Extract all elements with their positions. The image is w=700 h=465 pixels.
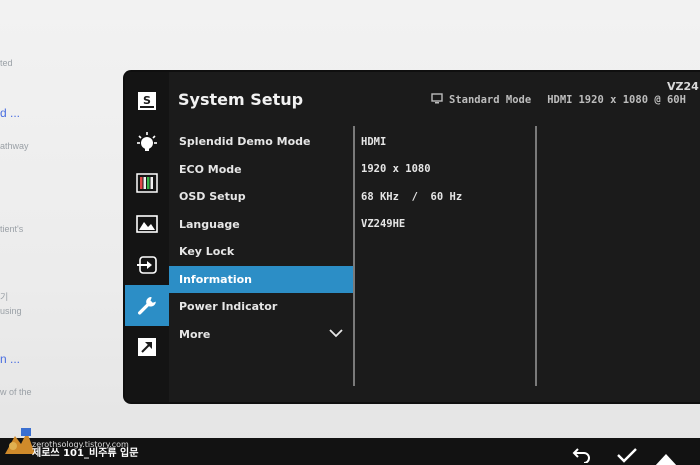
status-input: HDMI	[547, 94, 573, 106]
model-name: VZ24	[667, 80, 699, 93]
page-title: System Setup	[178, 90, 304, 109]
background-link[interactable]: d ...	[0, 106, 20, 120]
image-icon	[136, 214, 158, 233]
menu-item-label: More	[179, 327, 211, 341]
settings-menu: Splendid Demo Mode ECO Mode OSD Setup La…	[169, 126, 354, 402]
svg-text:S: S	[143, 94, 151, 107]
background-text: 기	[0, 292, 9, 302]
check-icon[interactable]	[616, 447, 638, 465]
column-divider	[535, 126, 537, 386]
color-icon	[136, 172, 158, 193]
background-link[interactable]: n ...	[0, 352, 20, 366]
information-panel: HDMI 1920 x 1080 68 KHz / 60 Hz VZ249HE	[361, 126, 536, 238]
background-text: w of the	[0, 387, 32, 397]
menu-item-more[interactable]: More	[169, 321, 354, 349]
menu-item-information[interactable]: Information	[169, 265, 354, 293]
menu-item-splendid-demo-mode[interactable]: Splendid Demo Mode	[169, 128, 354, 156]
back-icon[interactable]	[572, 447, 592, 465]
menu-item-label: Information	[179, 272, 252, 286]
menu-item-osd-setup[interactable]: OSD Setup	[169, 183, 354, 211]
menu-item-label: Power Indicator	[179, 300, 278, 314]
shortcut-icon	[137, 337, 157, 357]
menu-item-power-indicator[interactable]: Power Indicator	[169, 293, 354, 321]
osd-panel: S System Setup Standard Mode HDMI 1920 x…	[125, 72, 700, 402]
menu-item-label: Splendid Demo Mode	[179, 135, 311, 149]
blue-light-filter-icon	[136, 131, 158, 153]
background-text: athway	[0, 141, 29, 151]
background-text: tient's	[0, 224, 24, 234]
status-resolution: 1920 x 1080 @ 60H	[578, 94, 686, 106]
sidebar-item-input-select[interactable]	[125, 244, 169, 285]
menu-item-label: Key Lock	[179, 245, 235, 259]
watermark-name: 제로쓰 101_비주류 입문	[32, 448, 139, 460]
info-input: HDMI	[361, 135, 387, 148]
osd-sidebar: S	[125, 72, 169, 402]
menu-item-label: Language	[179, 217, 240, 231]
background-text: using	[0, 306, 22, 316]
info-model: VZ249HE	[361, 218, 406, 231]
watermark: zerothsology.tistory.com 제로쓰 101_비주류 입문	[32, 440, 139, 460]
menu-item-eco-mode[interactable]: ECO Mode	[169, 156, 354, 184]
sidebar-item-image[interactable]	[125, 203, 169, 244]
sidebar-item-shortcut[interactable]	[125, 326, 169, 367]
sidebar-item-color[interactable]	[125, 162, 169, 203]
info-frequency: 68 KHz / 60 Hz	[361, 190, 463, 203]
input-select-icon	[136, 255, 158, 275]
menu-item-label: ECO Mode	[179, 162, 242, 176]
osd-header: System Setup Standard Mode HDMI 1920 x 1…	[169, 72, 700, 126]
background-text: ted	[0, 58, 13, 68]
sidebar-item-splendid[interactable]: S	[125, 80, 169, 121]
system-setup-wrench-icon	[136, 295, 158, 317]
status-bar: Standard Mode HDMI 1920 x 1080 @ 60H	[431, 93, 686, 107]
menu-item-key-lock[interactable]: Key Lock	[169, 238, 354, 266]
up-arrow-icon[interactable]	[654, 452, 678, 465]
status-mode: Standard Mode	[449, 94, 532, 106]
monitor-icon	[431, 93, 443, 107]
splendid-icon: S	[137, 91, 157, 111]
menu-item-language[interactable]: Language	[169, 211, 354, 239]
sidebar-item-blue-light-filter[interactable]	[125, 121, 169, 162]
info-resolution: 1920 x 1080	[361, 163, 431, 176]
sidebar-item-system-setup[interactable]	[125, 285, 169, 326]
chevron-down-icon	[328, 327, 344, 342]
osd-body: Splendid Demo Mode ECO Mode OSD Setup La…	[169, 126, 700, 402]
menu-item-label: OSD Setup	[179, 190, 246, 204]
column-divider	[353, 126, 355, 386]
